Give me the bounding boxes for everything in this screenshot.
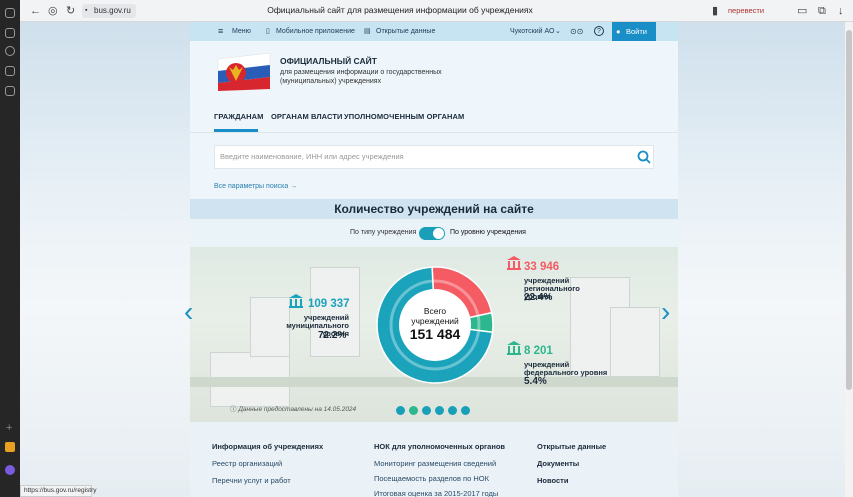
battery-icon: ▭ (797, 5, 808, 17)
region-select[interactable]: Чукотский АО (510, 27, 554, 36)
site-topbar: ≡ Меню ▯ Мобильное приложение ▤ Открытые… (190, 22, 678, 41)
open-data-link[interactable]: Открытые данные (376, 27, 435, 36)
stat-regional-value: 33 946 (524, 261, 560, 273)
accessibility-glasses-icon[interactable]: ⊙⊙ (570, 27, 583, 36)
reload-icon[interactable]: ↻ (66, 5, 75, 17)
stat-federal-value: 8 201 (524, 345, 553, 357)
stats-title: Количество учреждений на сайте (190, 199, 678, 219)
login-button[interactable]: ● Войти (612, 22, 656, 41)
shield-icon[interactable]: ◎ (48, 5, 58, 17)
address-bar[interactable]: ▪ bus.gov.ru (82, 4, 136, 18)
chevron-down-icon: ⌄ (555, 28, 561, 35)
tab-citizens[interactable]: ГРАЖДАНАМ (214, 112, 264, 121)
footer-link-registry[interactable]: Реестр организаций (212, 459, 282, 468)
footer-link-news[interactable]: Новости (537, 476, 568, 485)
stat-municipal-value: 109 337 (308, 298, 350, 310)
back-icon[interactable]: ← (30, 5, 41, 17)
stat-federal-percent: 5.4% (524, 376, 547, 387)
carousel-prev-button[interactable]: ‹ (184, 296, 193, 328)
stat-federal-label: учреждений федерального уровня (524, 360, 608, 377)
carousel-dot[interactable] (448, 406, 457, 415)
donut-total-label-line1: Всего (424, 306, 447, 316)
institutions-donut-chart: Всего учреждений 151 484 (376, 266, 494, 384)
footer-link-services[interactable]: Перечни услуг и работ (212, 476, 291, 485)
search-section: Введите наименование, ИНН или адрес учре… (190, 133, 678, 199)
phone-icon: ▯ (266, 28, 270, 35)
search-input[interactable]: Введите наименование, ИНН или адрес учре… (214, 145, 654, 169)
help-icon[interactable]: ? (594, 26, 604, 36)
translate-button[interactable]: перевести (728, 6, 764, 15)
carousel-dot[interactable] (422, 406, 431, 415)
background-building (310, 267, 360, 357)
toggle-knob (433, 228, 444, 239)
page-viewport: ≡ Меню ▯ Мобильное приложение ▤ Открытые… (20, 22, 853, 497)
site-header: ОФИЦИАЛЬНЫЙ САЙТ для размещения информац… (190, 41, 678, 99)
sidebar-app-icon[interactable] (5, 86, 15, 96)
browser-status-bar: https://bus.gov.ru/registry (20, 485, 97, 497)
active-tab-indicator (214, 129, 258, 132)
site-container: ≡ Меню ▯ Мобильное приложение ▤ Открытые… (184, 22, 678, 497)
sidebar-calendar-icon[interactable] (5, 66, 15, 76)
footer-link-documents[interactable]: Документы (537, 459, 579, 468)
footer-link-monitoring[interactable]: Мониторинг размещения сведений (374, 459, 496, 468)
stat-municipal-percent: 72.2% (318, 330, 347, 341)
site-footer: Информация об учреждениях Реестр организ… (190, 422, 678, 497)
add-icon[interactable]: + (6, 422, 12, 434)
scrollbar-thumb[interactable] (846, 30, 852, 390)
bookmark-icon[interactable]: ▮ (712, 5, 718, 17)
search-icon[interactable] (636, 149, 652, 165)
browser-sidebar: + (0, 0, 20, 497)
login-label: Войти (626, 27, 647, 36)
carousel-dot-active[interactable] (409, 406, 418, 415)
app-icon[interactable] (5, 442, 15, 452)
footer-heading-open-data[interactable]: Открытые данные (537, 442, 606, 451)
sidebar-app-icon[interactable] (5, 8, 15, 18)
footer-link-attendance[interactable]: Посещаемость разделов по НОК (374, 474, 489, 483)
advanced-search-link[interactable]: Все параметры поиска → (214, 183, 297, 190)
menu-link[interactable]: Меню (232, 27, 251, 36)
url-text: bus.gov.ru (94, 6, 131, 15)
open-data-icon: ▤ (364, 28, 371, 35)
donut-total-label-line2: учреждений (411, 316, 459, 326)
menu-icon[interactable]: ≡ (218, 27, 223, 36)
audience-tabs: ГРАЖДАНАМ ОРГАНАМ ВЛАСТИ УПОЛНОМОЧЕННЫМ … (190, 99, 678, 133)
download-icon[interactable]: ↓ (838, 5, 844, 17)
institution-icon (507, 256, 521, 270)
toggle-label-type[interactable]: По типу учреждения (350, 229, 416, 236)
stat-regional-percent: 22.4% (524, 292, 553, 303)
extension-icon[interactable]: ⧉ (818, 5, 826, 17)
carousel-dot[interactable] (461, 406, 470, 415)
institution-icon (289, 294, 303, 308)
assistant-icon[interactable] (5, 465, 15, 475)
data-date-note: ⓘ Данные предоставлены на 14.05.2024 (230, 403, 356, 413)
institution-icon (507, 341, 521, 355)
sidebar-app-icon[interactable] (5, 28, 15, 38)
browser-page-title: Официальный сайт для размещения информац… (267, 5, 533, 15)
tab-authorized-bodies[interactable]: УПОЛНОМОЧЕННЫМ ОРГАНАМ (344, 112, 464, 121)
stats-toggle-row: По типу учреждения По уровню учреждения (190, 219, 678, 247)
carousel-dot[interactable] (435, 406, 444, 415)
site-description: для размещения информации о государствен… (280, 69, 442, 85)
footer-link-final-score[interactable]: Итоговая оценка за 2015-2017 годы (374, 489, 498, 497)
sidebar-play-icon[interactable] (5, 46, 15, 56)
russian-coat-of-arms-logo[interactable] (214, 51, 272, 91)
site-title: ОФИЦИАЛЬНЫЙ САЙТ (280, 56, 377, 66)
donut-total-value: 151 484 (410, 326, 461, 342)
mobile-app-link[interactable]: Мобильное приложение (276, 27, 355, 36)
user-icon: ● (616, 27, 621, 36)
footer-heading-institutions[interactable]: Информация об учреждениях (212, 442, 323, 451)
toggle-label-level[interactable]: По уровню учреждения (450, 229, 526, 236)
data-date-text: Данные предоставлены на 14.05.2024 (238, 406, 357, 413)
carousel-next-button[interactable]: › (661, 296, 670, 328)
browser-toolbar: ← ◎ ↻ ▪ bus.gov.ru Официальный сайт для … (0, 0, 853, 22)
tab-authorities[interactable]: ОРГАНАМ ВЛАСТИ (271, 112, 343, 121)
background-building (610, 307, 660, 377)
lock-icon: ▪ (85, 7, 88, 14)
footer-heading-nok[interactable]: НОК для уполномоченных органов (374, 442, 505, 451)
carousel-dot[interactable] (396, 406, 405, 415)
stats-mode-toggle[interactable] (419, 227, 445, 240)
